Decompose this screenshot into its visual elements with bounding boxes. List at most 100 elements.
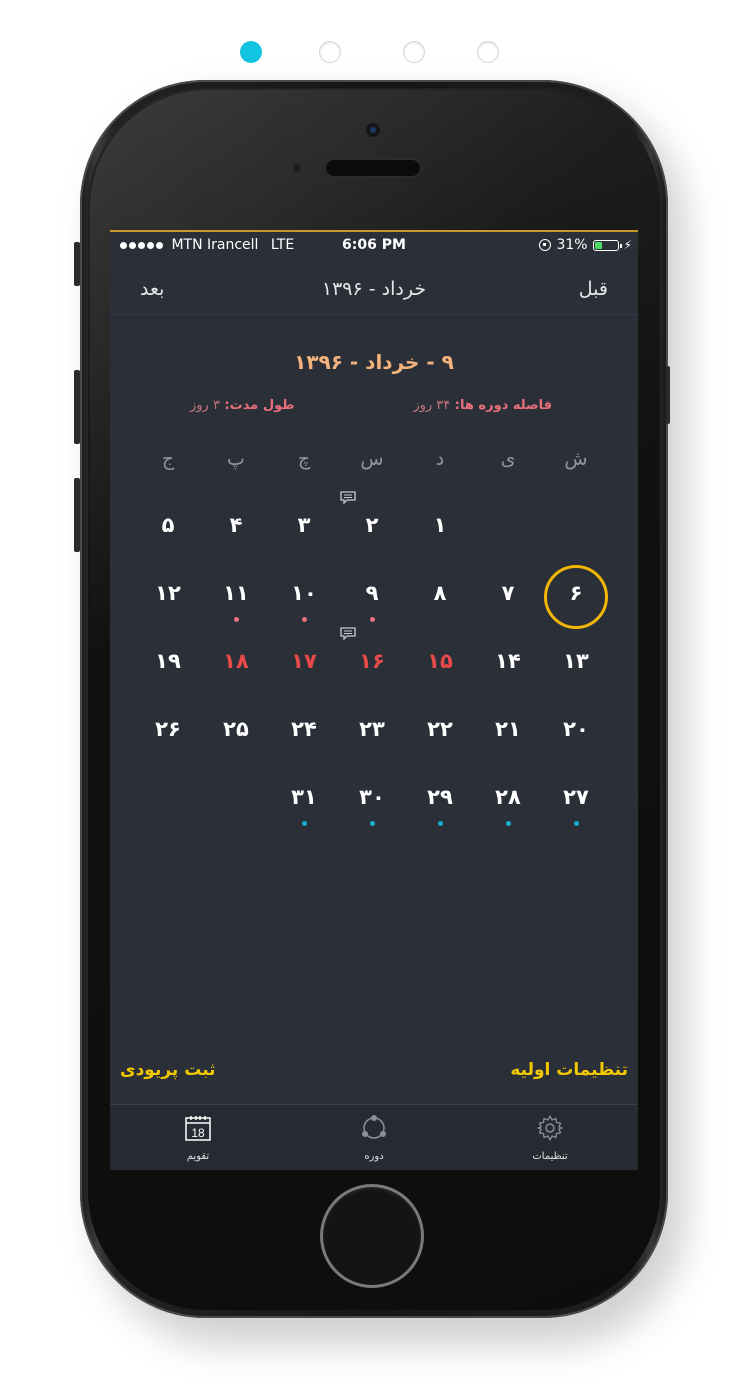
fertile-day-marker	[370, 821, 375, 826]
day-number: ۱۰	[291, 581, 317, 605]
day-number: ۲۷	[563, 785, 589, 809]
weekday-label: ی	[500, 448, 516, 470]
calendar-day[interactable]: ۳	[270, 495, 338, 563]
calendar-day[interactable]: ۱۱	[202, 563, 270, 631]
rotation-lock-icon	[539, 239, 552, 251]
day-number: ۲۸	[495, 785, 521, 809]
month-nav-bar: بعد خرداد - ۱۳۹۶ قبل	[110, 262, 638, 314]
page-dot-3[interactable]	[403, 41, 425, 63]
calendar-day[interactable]: ۱۵	[406, 631, 474, 699]
calendar-day[interactable]: ۲۳	[338, 699, 406, 767]
proximity-sensor	[293, 164, 301, 172]
weekday-label: د	[435, 448, 445, 470]
front-camera	[366, 123, 380, 137]
tab-settings[interactable]: تنظیمات	[462, 1105, 638, 1170]
day-number: ۵	[161, 513, 175, 537]
day-number: ۳	[297, 513, 311, 537]
calendar-day[interactable]: ۳۰	[338, 767, 406, 835]
calendar-day[interactable]: ۱۴	[474, 631, 542, 699]
calendar-day[interactable]: ۲۰	[542, 699, 610, 767]
period-duration-value: ۳ روز	[190, 398, 220, 413]
charging-icon: ⚡	[623, 238, 632, 252]
day-number: ۲۶	[155, 717, 181, 741]
day-number: ۲۳	[359, 717, 385, 741]
calendar-day[interactable]: ۲۱	[474, 699, 542, 767]
status-bar: MTN Irancell LTE 6:06 PM 31% ⚡	[110, 232, 638, 260]
day-number: ۲۲	[427, 717, 453, 741]
calendar-day[interactable]: ۶	[542, 563, 610, 631]
app-screen: MTN Irancell LTE 6:06 PM 31% ⚡ بعد خرداد…	[110, 230, 638, 1170]
tab-calendar[interactable]: 18 تقویم	[110, 1105, 286, 1170]
calendar-day[interactable]: ۱۷	[270, 631, 338, 699]
calendar-day[interactable]: ۱۶	[338, 631, 406, 699]
calendar-day[interactable]: ۷	[474, 563, 542, 631]
day-number: ۱۶	[359, 649, 385, 673]
period-duration-info: طول مدت: ۳ روز	[190, 398, 295, 413]
calendar-day[interactable]: ۲۴	[270, 699, 338, 767]
home-button[interactable]	[323, 1187, 421, 1285]
register-period-button[interactable]: ثبت پریودی	[120, 1060, 216, 1080]
note-icon	[340, 627, 356, 640]
day-number: ۶	[569, 581, 583, 605]
day-number: ۱۲	[155, 581, 181, 605]
volume-down-button	[74, 478, 80, 552]
period-day-marker	[302, 617, 307, 622]
calendar-day[interactable]: ۱۳	[542, 631, 610, 699]
fertile-day-marker	[302, 821, 307, 826]
initial-settings-button[interactable]: تنظیمات اولیه	[510, 1060, 628, 1080]
calendar-day[interactable]: ۲۵	[202, 699, 270, 767]
calendar-day[interactable]: ۱۲	[134, 563, 202, 631]
day-number: ۲۰	[563, 717, 589, 741]
selected-date: ۹ - خرداد - ۱۳۹۶	[294, 350, 454, 374]
calendar-day[interactable]: ۱۸	[202, 631, 270, 699]
calendar-day[interactable]: ۲۶	[134, 699, 202, 767]
nav-divider	[110, 314, 638, 315]
battery-level	[594, 241, 602, 249]
volume-up-button	[74, 370, 80, 444]
fertile-day-marker	[438, 821, 443, 826]
day-number: ۱۹	[155, 649, 181, 673]
day-number: ۳۰	[359, 785, 385, 809]
day-number: ۱۴	[495, 649, 521, 673]
period-day-marker	[370, 617, 375, 622]
page-dot-4[interactable]	[477, 41, 499, 63]
fertile-day-marker	[506, 821, 511, 826]
calendar-day[interactable]: ۳۱	[270, 767, 338, 835]
calendar-day[interactable]: ۲۹	[406, 767, 474, 835]
day-number: ۲	[365, 513, 379, 537]
calendar-icon-number: 18	[191, 1126, 205, 1140]
cycle-icon	[362, 1115, 386, 1139]
page-dot-2[interactable]	[319, 41, 341, 63]
tab-bar: 18 تقویم دوره تنظیمات	[110, 1104, 638, 1170]
calendar-day[interactable]: ۵	[134, 495, 202, 563]
page-dot-1[interactable]	[240, 41, 262, 63]
gear-icon	[537, 1115, 563, 1141]
previous-month-button[interactable]: قبل	[579, 278, 608, 300]
day-number: ۹	[365, 581, 379, 605]
tab-cycle-label: دوره	[364, 1151, 384, 1162]
calendar-day[interactable]: ۲۸	[474, 767, 542, 835]
calendar-day[interactable]: ۹	[338, 563, 406, 631]
page-indicator	[0, 40, 746, 66]
calendar-day[interactable]: ۱	[406, 495, 474, 563]
battery-info: 31% ⚡	[539, 237, 632, 253]
day-number: ۱۳	[563, 649, 589, 673]
month-title: خرداد - ۱۳۹۶	[321, 278, 427, 300]
cycle-length-label: فاصله دوره ها:	[454, 398, 552, 413]
calendar-day[interactable]: ۲۲	[406, 699, 474, 767]
calendar-day[interactable]: ۸	[406, 563, 474, 631]
period-duration-label: طول مدت:	[224, 398, 295, 413]
calendar-day[interactable]: ۱۹	[134, 631, 202, 699]
calendar-day[interactable]: ۱۰	[270, 563, 338, 631]
calendar-day[interactable]: ۴	[202, 495, 270, 563]
period-day-marker	[234, 617, 239, 622]
day-number: ۱۷	[291, 649, 317, 673]
day-number: ۳۱	[291, 785, 317, 809]
day-number: ۲۱	[495, 717, 521, 741]
calendar-day[interactable]: ۲۷	[542, 767, 610, 835]
calendar-day[interactable]: ۲	[338, 495, 406, 563]
tab-cycle[interactable]: دوره	[286, 1105, 462, 1170]
day-number: ۱۸	[223, 649, 249, 673]
day-number: ۱۵	[427, 649, 453, 673]
fertile-day-marker	[574, 821, 579, 826]
